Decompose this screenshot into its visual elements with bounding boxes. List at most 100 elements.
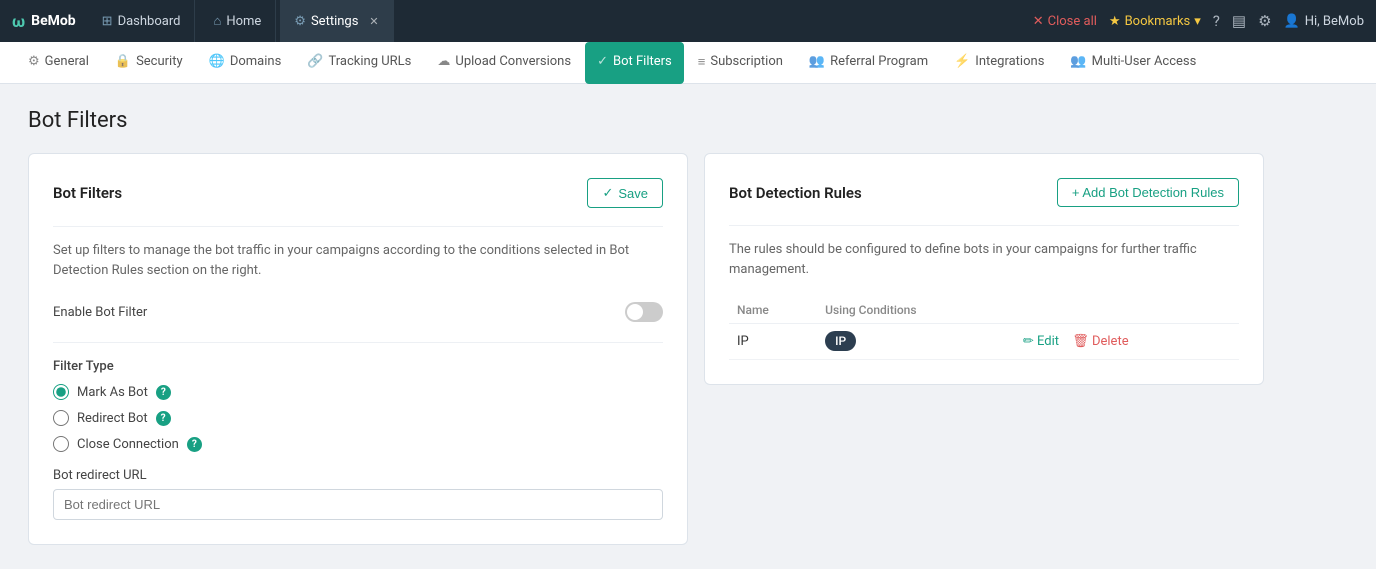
enable-bot-filter-row: Enable Bot Filter: [53, 296, 663, 328]
radio-mark-as-bot-label: Mark As Bot: [77, 385, 148, 400]
filter-type-label: Filter Type: [53, 359, 663, 374]
bookmarks-label: Bookmarks: [1125, 14, 1191, 29]
bookmarks-button[interactable]: ★ Bookmarks ▾: [1109, 14, 1201, 29]
close-connection-help-icon[interactable]: ?: [187, 437, 202, 452]
subscription-icon: ≡: [698, 54, 706, 70]
divider-rules: [729, 225, 1239, 226]
notifications-icon[interactable]: ▤: [1232, 12, 1246, 30]
tab-home[interactable]: ⌂ Home: [199, 0, 276, 42]
close-all-icon: ✕: [1033, 14, 1044, 29]
nav-multi-user[interactable]: 👥 Multi-User Access: [1058, 42, 1208, 84]
bot-redirect-url-input[interactable]: [53, 489, 663, 520]
nav-security[interactable]: 🔒 Security: [103, 42, 195, 84]
nav-integrations-label: Integrations: [975, 54, 1044, 69]
chevron-down-icon: ▾: [1194, 14, 1201, 29]
tracking-icon: 🔗: [307, 54, 323, 69]
rule-condition: IP: [817, 324, 1015, 360]
rule-actions: ✏ Edit 🗑 Delete: [1015, 324, 1239, 360]
brand-logo[interactable]: ω BeMob: [12, 12, 76, 31]
nav-subscription[interactable]: ≡ Subscription: [686, 42, 795, 84]
nav-upload-label: Upload Conversions: [455, 54, 571, 69]
user-icon: 👤: [1284, 14, 1300, 29]
rule-name: IP: [729, 324, 817, 360]
settings-icon: ⚙: [294, 14, 306, 29]
referral-icon: 👥: [809, 54, 825, 69]
top-bar-left: ω BeMob ⊞ Dashboard ⌂ Home ⚙ Settings ✕: [12, 0, 394, 42]
help-icon[interactable]: ?: [1213, 12, 1220, 30]
page-content: Bot Filters Bot Filters ✓ Save Set up fi…: [0, 84, 1376, 569]
nav-bot-filters[interactable]: ✓ Bot Filters: [585, 42, 684, 84]
radio-mark-as-bot-input[interactable]: [53, 384, 69, 400]
user-menu[interactable]: 👤 Hi, BeMob: [1284, 14, 1364, 29]
bot-detection-rules-card: Bot Detection Rules + Add Bot Detection …: [704, 153, 1264, 385]
add-bot-detection-label: + Add Bot Detection Rules: [1072, 185, 1224, 200]
nav-tracking-urls[interactable]: 🔗 Tracking URLs: [295, 42, 423, 84]
multi-user-icon: 👥: [1070, 54, 1086, 69]
redirect-bot-help-icon[interactable]: ?: [156, 411, 171, 426]
bot-detection-rules-title: Bot Detection Rules: [729, 184, 862, 202]
nav-security-label: Security: [136, 54, 183, 69]
nav-referral[interactable]: 👥 Referral Program: [797, 42, 940, 84]
add-bot-detection-button[interactable]: + Add Bot Detection Rules: [1057, 178, 1239, 207]
upload-icon: ☁: [437, 54, 450, 69]
nav-subscription-label: Subscription: [710, 54, 783, 69]
home-icon: ⌂: [213, 13, 221, 29]
page-title: Bot Filters: [28, 108, 1348, 133]
nav-domains-label: Domains: [230, 54, 281, 69]
close-all-label: Close all: [1048, 14, 1097, 29]
rules-header-row: Name Using Conditions: [729, 297, 1239, 324]
save-button[interactable]: ✓ Save: [587, 178, 663, 208]
tab-home-label: Home: [226, 14, 261, 29]
tab-dashboard[interactable]: ⊞ Dashboard: [88, 0, 196, 42]
enable-bot-filter-toggle[interactable]: [625, 302, 663, 322]
nav-bot-filters-label: Bot Filters: [613, 54, 672, 69]
nav-integrations[interactable]: ⚡ Integrations: [942, 42, 1056, 84]
bot-filters-card: Bot Filters ✓ Save Set up filters to man…: [28, 153, 688, 545]
domains-icon: 🌐: [209, 54, 225, 69]
left-column: Bot Filters ✓ Save Set up filters to man…: [28, 153, 688, 545]
star-icon: ★: [1109, 14, 1121, 29]
radio-redirect-bot[interactable]: Redirect Bot ?: [53, 410, 663, 426]
brand-icon: ω: [12, 12, 25, 31]
tab-settings[interactable]: ⚙ Settings ✕: [280, 0, 393, 42]
check-icon: ✓: [602, 185, 613, 201]
top-bar: ω BeMob ⊞ Dashboard ⌂ Home ⚙ Settings ✕ …: [0, 0, 1376, 42]
rules-table: Name Using Conditions IP IP: [729, 297, 1239, 360]
brand-name: BeMob: [31, 13, 76, 29]
col-actions: [1015, 297, 1239, 324]
card-header-right: Bot Detection Rules + Add Bot Detection …: [729, 178, 1239, 207]
col-name: Name: [729, 297, 817, 324]
toggle-label: Enable Bot Filter: [53, 305, 147, 320]
user-greeting: Hi, BeMob: [1305, 14, 1364, 29]
nav-general[interactable]: ⚙ General: [16, 42, 101, 84]
radio-close-connection-input[interactable]: [53, 436, 69, 452]
divider-1: [53, 226, 663, 227]
condition-badge: IP: [825, 331, 856, 351]
rules-table-body: IP IP ✏ Edit 🗑 Delete: [729, 324, 1239, 360]
radio-mark-as-bot[interactable]: Mark As Bot ?: [53, 384, 663, 400]
edit-rule-button[interactable]: ✏ Edit: [1023, 334, 1062, 349]
tab-settings-close[interactable]: ✕: [369, 15, 378, 28]
nav-upload-conversions[interactable]: ☁ Upload Conversions: [425, 42, 583, 84]
tab-settings-label: Settings: [311, 14, 358, 29]
nav-general-label: General: [45, 54, 89, 69]
main-layout: Bot Filters ✓ Save Set up filters to man…: [28, 153, 1348, 545]
security-icon: 🔒: [115, 54, 131, 69]
col-conditions: Using Conditions: [817, 297, 1015, 324]
rules-description: The rules should be configured to define…: [729, 240, 1239, 279]
dashboard-icon: ⊞: [102, 14, 113, 29]
radio-redirect-bot-input[interactable]: [53, 410, 69, 426]
bot-filters-description: Set up filters to manage the bot traffic…: [53, 241, 663, 280]
top-bar-right: ✕ Close all ★ Bookmarks ▾ ? ▤ ⚙ 👤 Hi, Be…: [1033, 12, 1364, 30]
delete-rule-button[interactable]: 🗑 Delete: [1072, 334, 1128, 349]
save-label: Save: [618, 186, 648, 201]
nav-referral-label: Referral Program: [830, 54, 928, 69]
filter-type-group: Mark As Bot ? Redirect Bot ? Close Conne…: [53, 384, 663, 452]
nav-domains[interactable]: 🌐 Domains: [197, 42, 294, 84]
gear-icon[interactable]: ⚙: [1258, 12, 1271, 30]
divider-2: [53, 342, 663, 343]
mark-as-bot-help-icon[interactable]: ?: [156, 385, 171, 400]
radio-close-connection[interactable]: Close Connection ?: [53, 436, 663, 452]
close-all-button[interactable]: ✕ Close all: [1033, 14, 1097, 29]
integrations-icon: ⚡: [954, 54, 970, 69]
